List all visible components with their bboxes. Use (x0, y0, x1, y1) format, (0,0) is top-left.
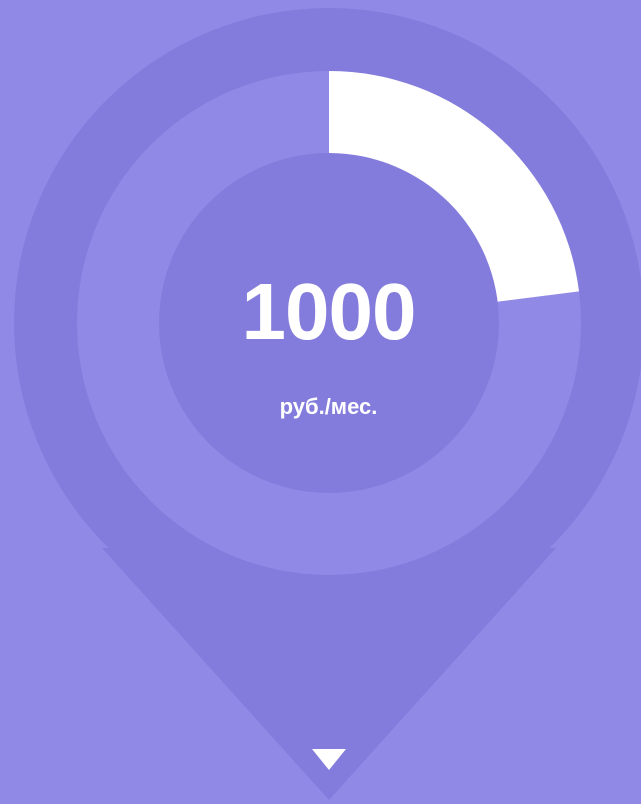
price-pin-widget: 1000 руб./мес. (0, 0, 641, 804)
price-unit: руб./мес. (279, 394, 378, 419)
price-value: 1000 (241, 267, 417, 356)
